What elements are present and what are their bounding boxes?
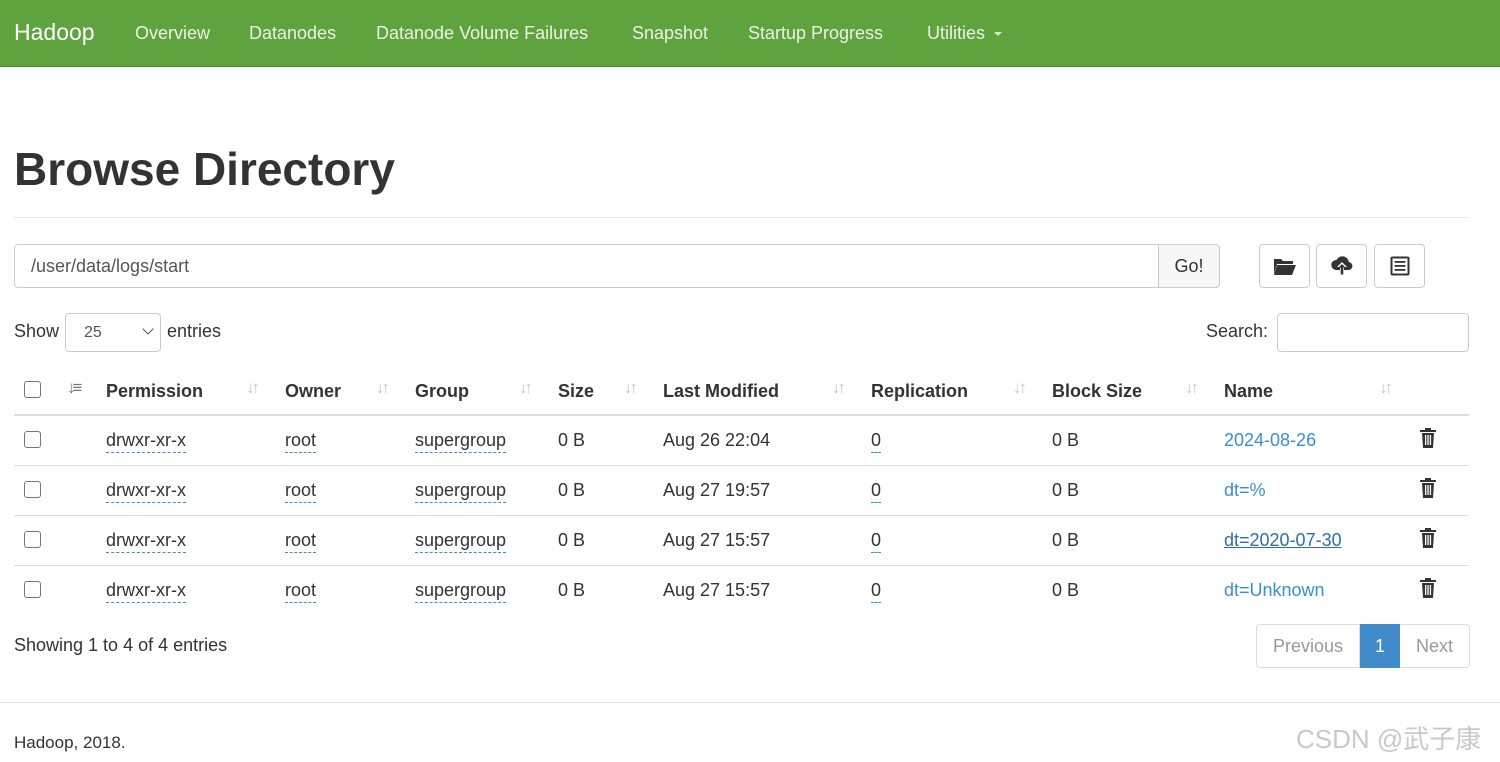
sort-icon[interactable]: ↓↑ bbox=[376, 378, 390, 398]
sort-icon[interactable]: ↓↑ bbox=[519, 378, 533, 398]
group-cell[interactable]: supergroup bbox=[415, 580, 507, 603]
name-link[interactable]: 2024-08-26 bbox=[1224, 430, 1316, 451]
folder-open-icon bbox=[1273, 259, 1296, 275]
search-input[interactable] bbox=[1277, 313, 1469, 352]
chevron-down-icon bbox=[142, 323, 154, 335]
column-header-owner[interactable]: Owner bbox=[285, 381, 341, 402]
block-size-cell: 0 B bbox=[1052, 480, 1080, 500]
group-cell[interactable]: supergroup bbox=[415, 430, 507, 453]
row-divider bbox=[14, 465, 1469, 466]
list-alt-icon bbox=[1390, 256, 1409, 276]
title-divider bbox=[14, 217, 1469, 218]
pagination: Previous 1 Next bbox=[1256, 624, 1470, 668]
cloud-upload-icon bbox=[1330, 256, 1352, 275]
permission-cell[interactable]: drwxr-xr-x bbox=[106, 430, 186, 453]
page-1-button[interactable]: 1 bbox=[1360, 624, 1400, 668]
block-size-cell: 0 B bbox=[1052, 530, 1080, 550]
footer-copyright: Hadoop, 2018. bbox=[14, 733, 126, 752]
nav-datanodes[interactable]: Datanodes bbox=[249, 23, 336, 44]
trash-icon[interactable] bbox=[1419, 478, 1437, 498]
previous-page-button[interactable]: Previous bbox=[1256, 624, 1360, 668]
entries-label: entries bbox=[167, 321, 222, 341]
page-title: Browse Directory bbox=[14, 143, 395, 195]
row-divider bbox=[14, 515, 1469, 516]
row-checkbox[interactable] bbox=[24, 431, 41, 448]
top-navbar: Hadoop Overview Datanodes Datanode Volum… bbox=[0, 0, 1500, 67]
column-header-name[interactable]: Name bbox=[1224, 381, 1273, 402]
column-header-group[interactable]: Group bbox=[415, 381, 469, 402]
nav-datanode-volume-failures[interactable]: Datanode Volume Failures bbox=[376, 23, 588, 44]
size-cell: 0 B bbox=[558, 480, 586, 500]
last-modified-cell: Aug 26 22:04 bbox=[663, 430, 771, 450]
owner-cell[interactable]: root bbox=[285, 480, 317, 503]
entries-length-select[interactable]: 25 bbox=[65, 313, 161, 352]
last-modified-cell: Aug 27 15:57 bbox=[663, 580, 771, 600]
sort-icon[interactable]: ↓↑ bbox=[1185, 378, 1199, 398]
show-label: Show bbox=[14, 321, 60, 341]
name-link[interactable]: dt=% bbox=[1224, 480, 1266, 501]
caret-down-icon bbox=[994, 32, 1003, 37]
group-cell[interactable]: supergroup bbox=[415, 480, 507, 503]
permission-cell[interactable]: drwxr-xr-x bbox=[106, 530, 186, 553]
nav-utilities-dropdown[interactable]: Utilities bbox=[927, 23, 1003, 44]
sort-icon[interactable]: ↓↑ bbox=[246, 378, 260, 398]
cut-paste-button[interactable] bbox=[1374, 244, 1425, 288]
column-header-replication[interactable]: Replication bbox=[871, 381, 968, 402]
last-modified-cell: Aug 27 19:57 bbox=[663, 480, 771, 500]
nav-snapshot[interactable]: Snapshot bbox=[632, 23, 708, 44]
column-header-block-size[interactable]: Block Size bbox=[1052, 381, 1142, 402]
sort-desc-icon[interactable]: ↓≡ bbox=[67, 378, 83, 398]
trash-icon[interactable] bbox=[1419, 428, 1437, 448]
create-directory-button[interactable] bbox=[1259, 244, 1310, 288]
replication-cell[interactable]: 0 bbox=[871, 530, 882, 553]
row-checkbox[interactable] bbox=[24, 581, 41, 598]
row-checkbox[interactable] bbox=[24, 531, 41, 548]
row-divider bbox=[14, 565, 1469, 566]
search-label: Search: bbox=[1206, 321, 1269, 341]
replication-cell[interactable]: 0 bbox=[871, 580, 882, 603]
permission-cell[interactable]: drwxr-xr-x bbox=[106, 480, 186, 503]
select-all-checkbox[interactable] bbox=[24, 381, 41, 398]
owner-cell[interactable]: root bbox=[285, 530, 317, 553]
size-cell: 0 B bbox=[558, 430, 586, 450]
block-size-cell: 0 B bbox=[1052, 580, 1080, 600]
nav-utilities-label: Utilities bbox=[927, 23, 986, 43]
column-header-last-modified[interactable]: Last Modified bbox=[663, 381, 779, 402]
owner-cell[interactable]: root bbox=[285, 580, 317, 603]
sort-icon[interactable]: ↓↑ bbox=[832, 378, 846, 398]
brand-link[interactable]: Hadoop bbox=[14, 19, 95, 46]
footer-divider bbox=[0, 702, 1500, 703]
permission-cell[interactable]: drwxr-xr-x bbox=[106, 580, 186, 603]
block-size-cell: 0 B bbox=[1052, 430, 1080, 450]
entries-length-value: 25 bbox=[84, 324, 102, 341]
table-header-divider bbox=[14, 414, 1469, 416]
replication-cell[interactable]: 0 bbox=[871, 480, 882, 503]
nav-overview[interactable]: Overview bbox=[135, 23, 210, 44]
trash-icon[interactable] bbox=[1419, 528, 1437, 548]
size-cell: 0 B bbox=[558, 580, 586, 600]
sort-icon[interactable]: ↓↑ bbox=[624, 378, 638, 398]
column-header-permission[interactable]: Permission bbox=[106, 381, 203, 402]
sort-icon[interactable]: ↓↑ bbox=[1013, 378, 1027, 398]
go-button[interactable]: Go! bbox=[1158, 244, 1220, 288]
sort-icon[interactable]: ↓↑ bbox=[1379, 378, 1393, 398]
last-modified-cell: Aug 27 15:57 bbox=[663, 530, 771, 550]
table-info: Showing 1 to 4 of 4 entries bbox=[14, 635, 228, 655]
column-header-size[interactable]: Size bbox=[558, 381, 594, 402]
replication-cell[interactable]: 0 bbox=[871, 430, 882, 453]
next-page-button[interactable]: Next bbox=[1400, 624, 1470, 668]
owner-cell[interactable]: root bbox=[285, 430, 317, 453]
size-cell: 0 B bbox=[558, 530, 586, 550]
directory-path-input[interactable] bbox=[14, 244, 1159, 288]
watermark: CSDN @武子康 bbox=[1296, 724, 1482, 754]
trash-icon[interactable] bbox=[1419, 578, 1437, 598]
row-checkbox[interactable] bbox=[24, 481, 41, 498]
group-cell[interactable]: supergroup bbox=[415, 530, 507, 553]
upload-files-button[interactable] bbox=[1316, 244, 1367, 288]
name-link[interactable]: dt=2020-07-30 bbox=[1224, 530, 1342, 551]
name-link[interactable]: dt=Unknown bbox=[1224, 580, 1325, 601]
nav-startup-progress[interactable]: Startup Progress bbox=[748, 23, 883, 44]
